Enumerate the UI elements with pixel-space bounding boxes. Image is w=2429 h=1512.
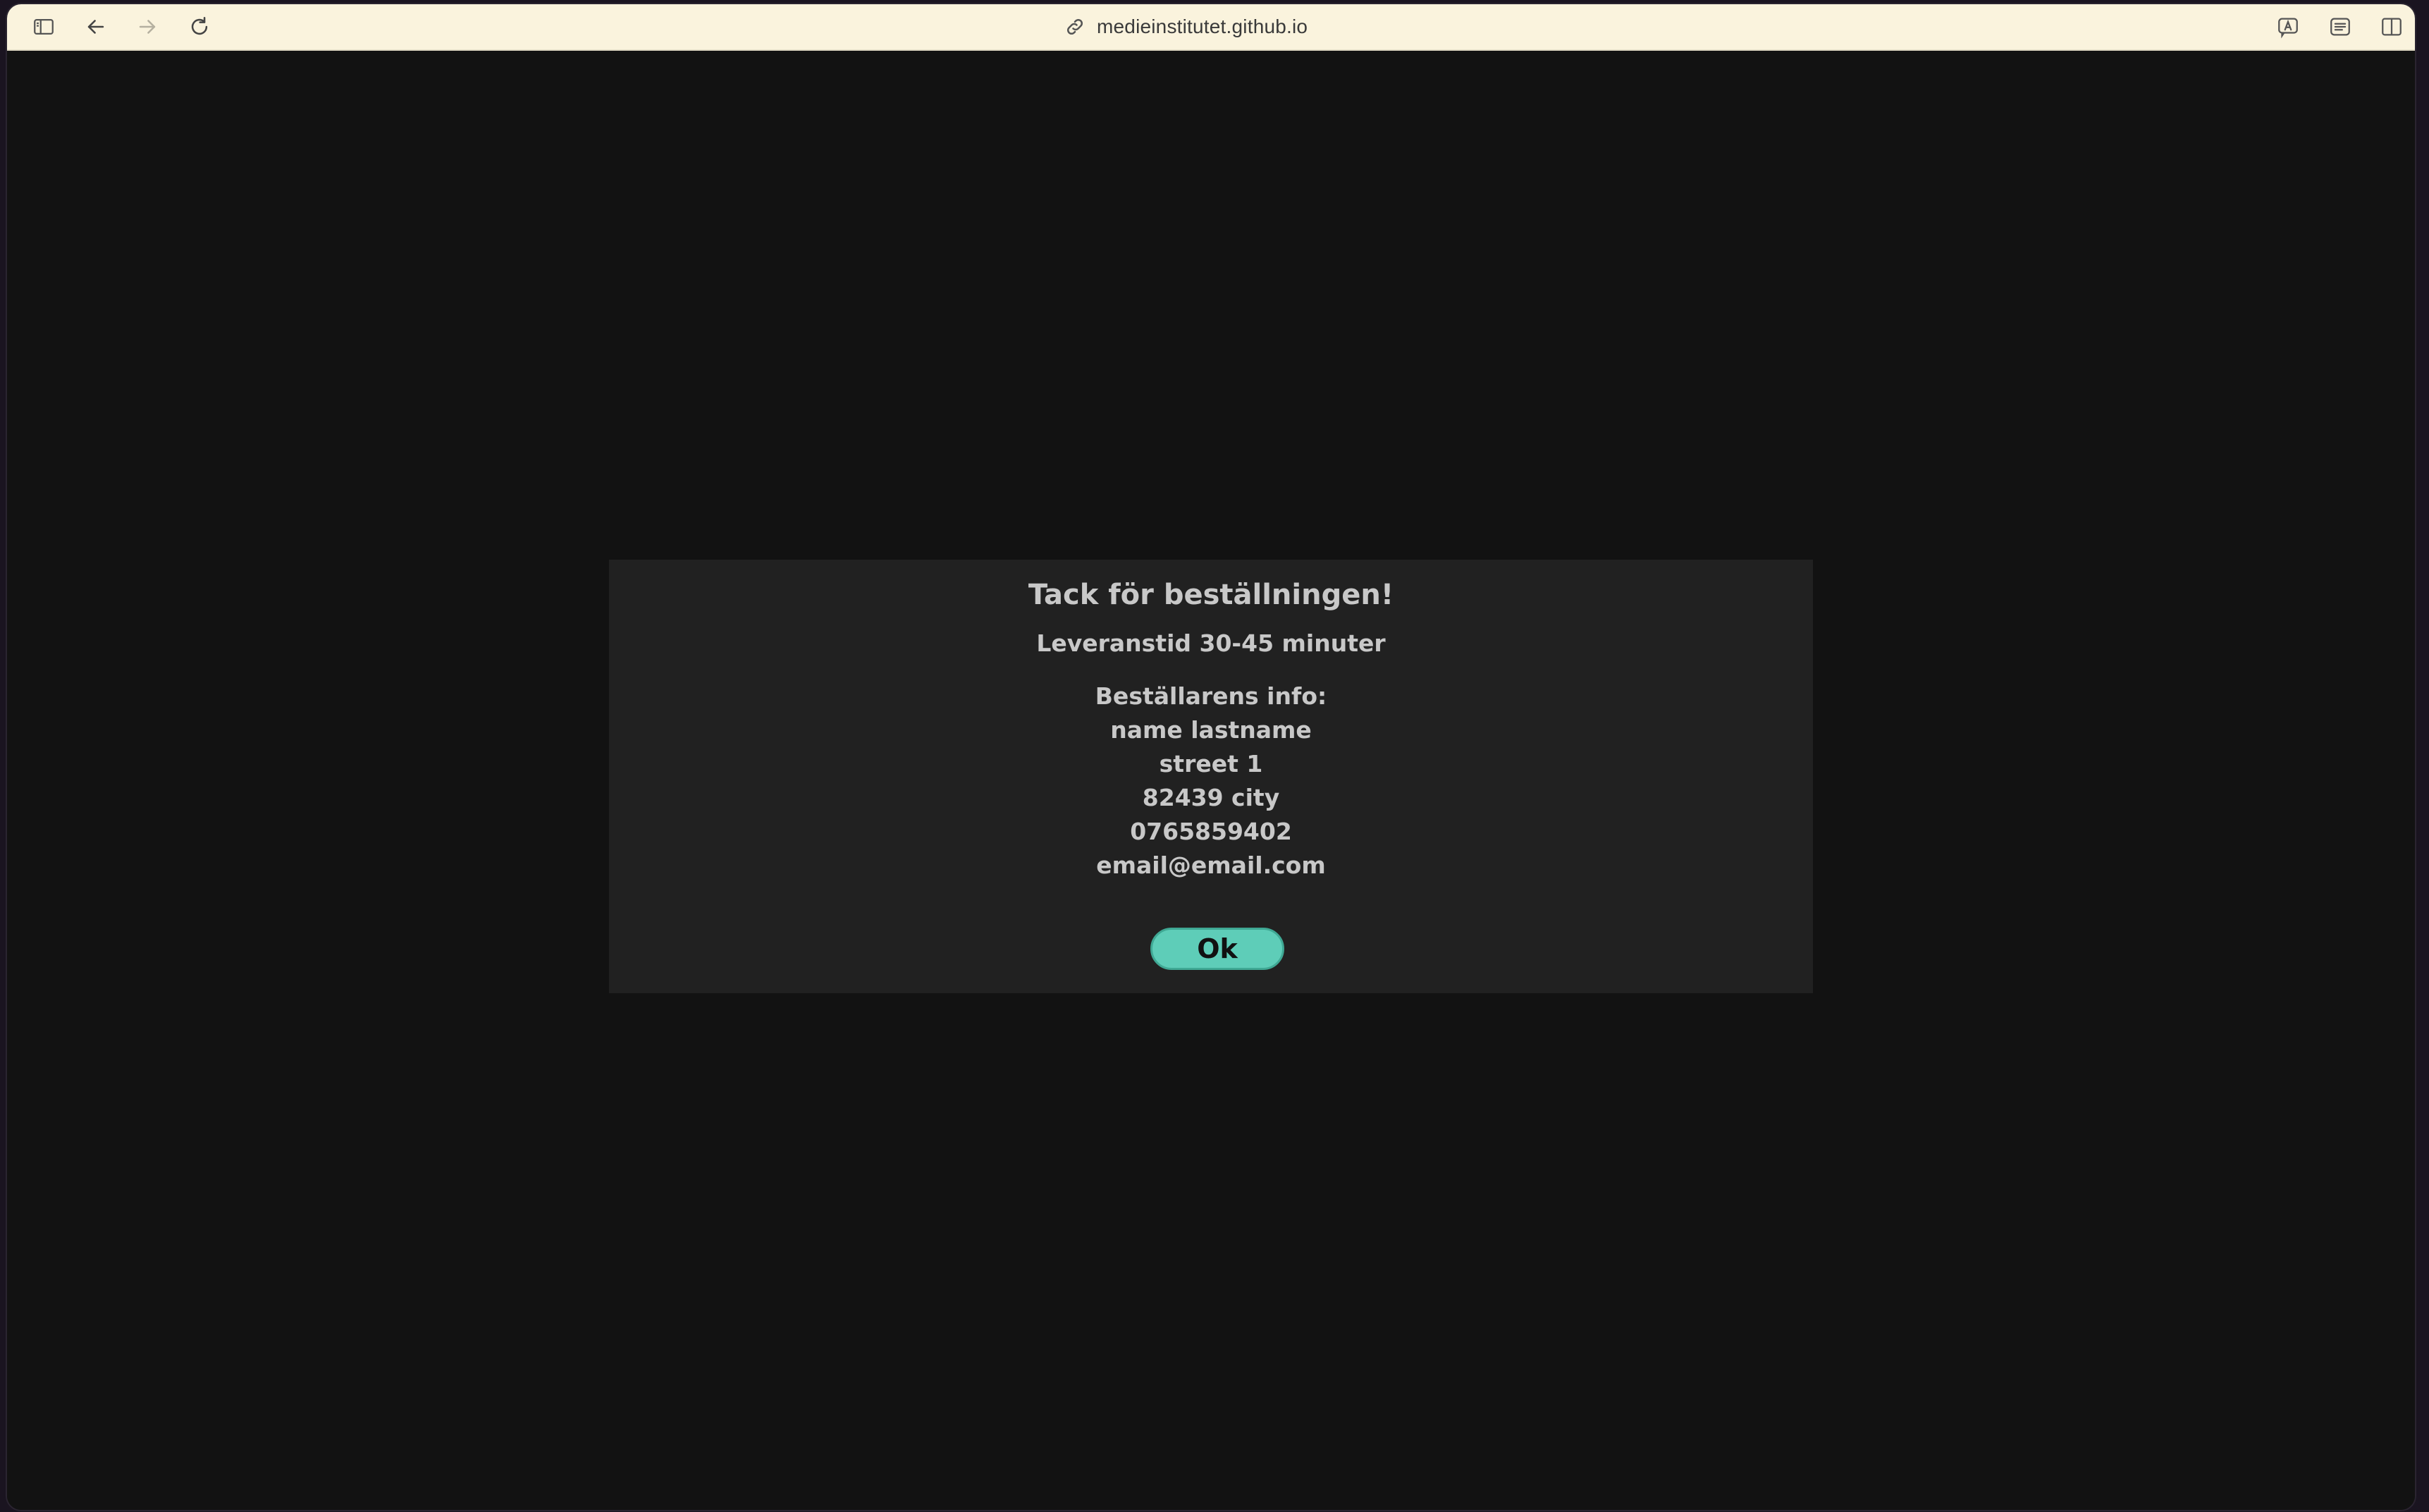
address-bar[interactable]: medieinstitutet.github.io <box>1064 4 1308 49</box>
customer-info-heading: Beställarens info: <box>1095 682 1327 710</box>
customer-postal-city: 82439 city <box>1142 784 1280 811</box>
split-view-icon[interactable] <box>2379 14 2404 39</box>
customer-email: email@email.com <box>1096 852 1326 879</box>
customer-info: Beställarens info: name lastname street … <box>609 680 1813 883</box>
reader-icon[interactable] <box>2327 14 2353 39</box>
dialog-title: Tack för beställningen! <box>1028 579 1394 611</box>
back-arrow-icon[interactable] <box>83 14 109 39</box>
browser-window: medieinstitutet.github.io Tack för bestä… <box>7 4 2415 1510</box>
url-text: medieinstitutet.github.io <box>1097 16 1308 37</box>
forward-arrow-icon[interactable] <box>135 14 160 39</box>
browser-toolbar: medieinstitutet.github.io <box>7 4 2415 51</box>
translate-icon[interactable] <box>2275 14 2301 39</box>
page-content: Tack för beställningen! Leveranstid 30-4… <box>7 51 2415 1510</box>
link-icon <box>1064 16 1086 37</box>
customer-street: street 1 <box>1159 750 1263 777</box>
reload-icon[interactable] <box>187 14 212 39</box>
order-confirmation-dialog: Tack för beställningen! Leveranstid 30-4… <box>609 560 1813 993</box>
customer-phone: 0765859402 <box>1130 818 1292 845</box>
customer-name: name lastname <box>1110 716 1312 744</box>
delivery-time: Leveranstid 30-45 minuter <box>1036 629 1386 657</box>
ok-button[interactable]: Ok <box>1150 928 1284 970</box>
sidebar-icon[interactable] <box>31 14 56 39</box>
